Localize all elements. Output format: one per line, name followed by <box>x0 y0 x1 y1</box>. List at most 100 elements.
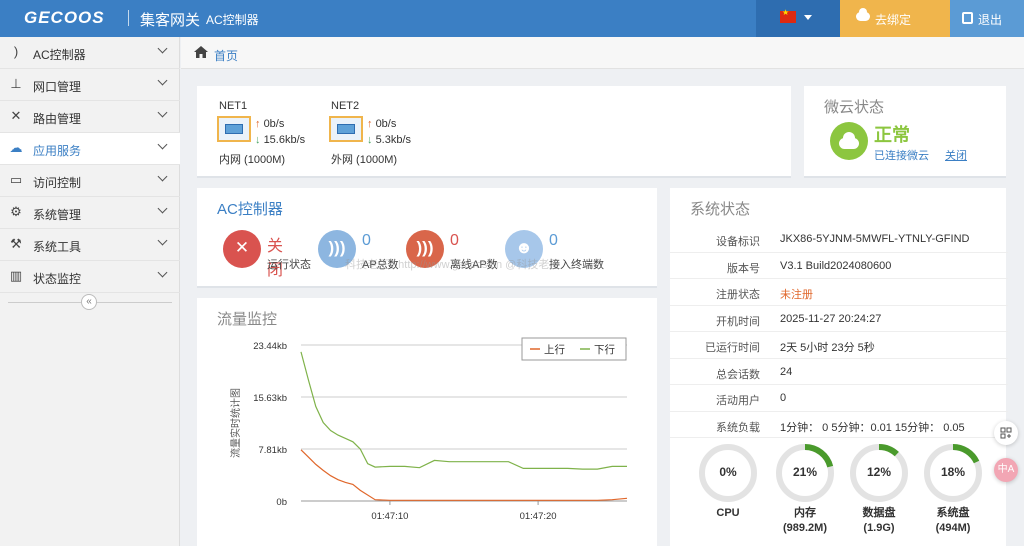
system-info-key: 开机时间 <box>716 315 760 328</box>
y-tick-label: 15.63kb <box>253 393 287 404</box>
chevron-down-icon <box>157 171 168 182</box>
sidebar-item-label: AC控制器 <box>33 48 86 62</box>
system-info-row: 注册状态 未注册 <box>670 279 1008 306</box>
gauge-label: 系统盘 (494M) <box>935 507 971 534</box>
sidebar-item-label: 访问控制 <box>33 176 82 190</box>
system-info-value: 1分钟： 0 5分钟：0.01 15分钟： 0.05 <box>780 421 965 434</box>
chevron-down-icon <box>157 235 168 246</box>
arrow-down-icon: ↓ <box>255 134 261 146</box>
breadcrumb-home-link[interactable]: 首页 <box>214 47 238 64</box>
wrench-icon: ⚒ <box>10 236 22 251</box>
close-icon: ✕ <box>223 230 261 268</box>
system-info-value: 未注册 <box>780 289 813 301</box>
arrow-up-icon: ↑ <box>367 118 373 130</box>
net-name: NET2 <box>331 100 360 112</box>
sidebar-item-system-tools[interactable]: ⚒ 系统工具 <box>0 229 180 261</box>
cloud-icon <box>856 8 870 21</box>
gauge-label: 数据盘 (1.9G) <box>862 507 896 534</box>
ethernet-port-icon <box>329 116 363 142</box>
translate-button[interactable]: 中A <box>994 458 1018 482</box>
traffic-chart: 流量实时统计图 23.44kb 15.63kb 7.81kb 0b 01:47:10 01:… <box>229 337 628 522</box>
cloud-connected-text: 已连接微云 <box>874 150 929 162</box>
caret-down-icon <box>804 15 812 20</box>
brand-name: 集客网关 <box>140 12 201 29</box>
net-name: NET1 <box>219 100 248 112</box>
system-info-key: 已运行时间 <box>705 342 760 354</box>
sidebar-item-routing[interactable]: ✕ 路由管理 <box>0 101 180 133</box>
gauge-percent: 21% <box>792 465 818 479</box>
sidebar-item-label: 应用服务 <box>33 144 82 158</box>
sidebar-item-label: 系统工具 <box>33 240 82 254</box>
home-icon <box>194 46 208 58</box>
arrow-down-icon: ↓ <box>367 134 373 146</box>
breadcrumb: 首页 <box>181 37 1024 69</box>
gauge-percent: 12% <box>866 465 892 479</box>
logout-button[interactable]: 退出 <box>950 0 1024 37</box>
system-info-row: 开机时间 2025-11-27 20:24:27 <box>670 306 1008 332</box>
net-type: 外网 (1000M) <box>331 154 398 166</box>
arrow-up-icon: ↑ <box>255 118 261 130</box>
watermark-text: 科技老王 / http://www.gecoos.cn @科技老王 <box>345 259 561 271</box>
y-tick-label: 7.81kb <box>258 445 287 456</box>
cloud-icon: ☁ <box>9 140 23 155</box>
shuffle-icon: ✕ <box>10 108 22 123</box>
system-info-value: 2天 5小时 23分 5秒 <box>780 342 875 354</box>
system-info-key: 活动用户 <box>716 395 760 407</box>
language-selector[interactable]: ★ <box>756 0 840 37</box>
sitemap-icon: ⊥ <box>10 76 22 91</box>
y-tick-label: 23.44kb <box>253 341 287 352</box>
system-info-value: 0 <box>780 392 787 404</box>
sidebar-item-label: 状态监控 <box>33 272 82 286</box>
sidebar-item-system-mgmt[interactable]: ⚙ 系统管理 <box>0 197 180 229</box>
cloud-close-link[interactable]: 关闭 <box>945 147 967 163</box>
logout-icon <box>962 12 973 24</box>
sidebar-item-label: 系统管理 <box>33 208 82 222</box>
monitor-icon: ▭ <box>9 172 23 187</box>
bar-chart-icon: ▥ <box>9 268 23 283</box>
ac-stat-label: 运行状态 <box>267 259 311 271</box>
system-info-key: 注册状态 <box>716 289 760 301</box>
sidebar-item-ports[interactable]: ⊥ 网口管理 <box>0 69 180 101</box>
sidebar-item-app-services[interactable]: ☁ 应用服务 <box>0 133 180 165</box>
sidebar-item-label: 网口管理 <box>33 80 82 94</box>
net-type: 内网 (1000M) <box>219 154 286 166</box>
download-rate: ↓ 5.3kb/s <box>367 134 412 146</box>
upload-rate: ↑ 0b/s <box>367 118 397 130</box>
brand-subtitle: AC控制器 <box>206 13 259 27</box>
system-info-value: JKX86-5YJNM-5MWFL-YTNLY-GFIND <box>780 233 970 245</box>
download-rate: ↓ 15.6kb/s <box>255 134 306 146</box>
sidebar-collapse-button[interactable]: « <box>81 294 97 310</box>
y-axis-label: 流量实时统计图 <box>229 388 242 458</box>
top-header: GECOOS 集客网关 AC控制器 ★ 去绑定 退出 <box>0 0 1024 37</box>
traffic-monitor-panel: 流量监控 流量实时统计图 23.44kb 15.63kb 7.81kb 0b 01:47:… <box>197 298 657 546</box>
ac-stat-value: 0 <box>450 232 459 249</box>
ethernet-port-icon <box>217 116 251 142</box>
gecoos-logo[interactable]: GECOOS <box>24 8 105 28</box>
gauge-percent: 18% <box>940 465 966 479</box>
unbind-button[interactable]: 去绑定 <box>840 0 950 37</box>
logout-label: 退出 <box>978 13 1003 27</box>
grid-add-icon[interactable] <box>994 421 1018 445</box>
sidebar-item-access-control[interactable]: ▭ 访问控制 <box>0 165 180 197</box>
legend-label: 上行 <box>544 343 565 356</box>
system-info-row: 活动用户 0 <box>670 385 1008 412</box>
cloud-icon <box>830 122 868 160</box>
system-info-key: 总会话数 <box>716 368 760 381</box>
net-port-2[interactable]: NET2 ↑ 0b/s ↓ 5.3kb/s 外网 (1000M) <box>329 98 449 168</box>
system-info-row: 系统负载 1分钟： 0 5分钟：0.01 15分钟： 0.05 <box>670 412 1008 438</box>
chevron-down-icon <box>157 203 168 214</box>
ac-stat-value: 0 <box>362 232 371 249</box>
cloud-status-panel: 微云状态 正常 已连接微云 关闭 <box>804 86 1006 178</box>
cloud-status-value: 正常 <box>874 125 910 145</box>
chevron-down-icon <box>157 139 168 150</box>
ac-controller-panel: AC控制器 ✕ 关闭 运行状态 ))) 0 AP总数 ))) 0 离线AP数 ☻… <box>197 188 657 288</box>
series-line-upload <box>300 449 628 501</box>
system-info-row: 设备标识 JKX86-5YJNM-5MWFL-YTNLY-GFIND <box>670 226 1008 253</box>
net-port-1[interactable]: NET1 ↑ 0b/s ↓ 15.6kb/s 内网 (1000M) <box>217 98 337 168</box>
sidebar-item-status-monitor[interactable]: ▥ 状态监控 <box>0 261 180 293</box>
chevron-down-icon <box>157 75 168 86</box>
sidebar: ) AC控制器 ⊥ 网口管理 ✕ 路由管理 ☁ 应用服务 ▭ 访问控制 ⚙ 系统… <box>0 37 180 546</box>
panel-title: AC控制器 <box>217 201 283 218</box>
ac-stat-value: 0 <box>549 232 558 249</box>
sidebar-item-ac-controller[interactable]: ) AC控制器 <box>0 37 180 69</box>
